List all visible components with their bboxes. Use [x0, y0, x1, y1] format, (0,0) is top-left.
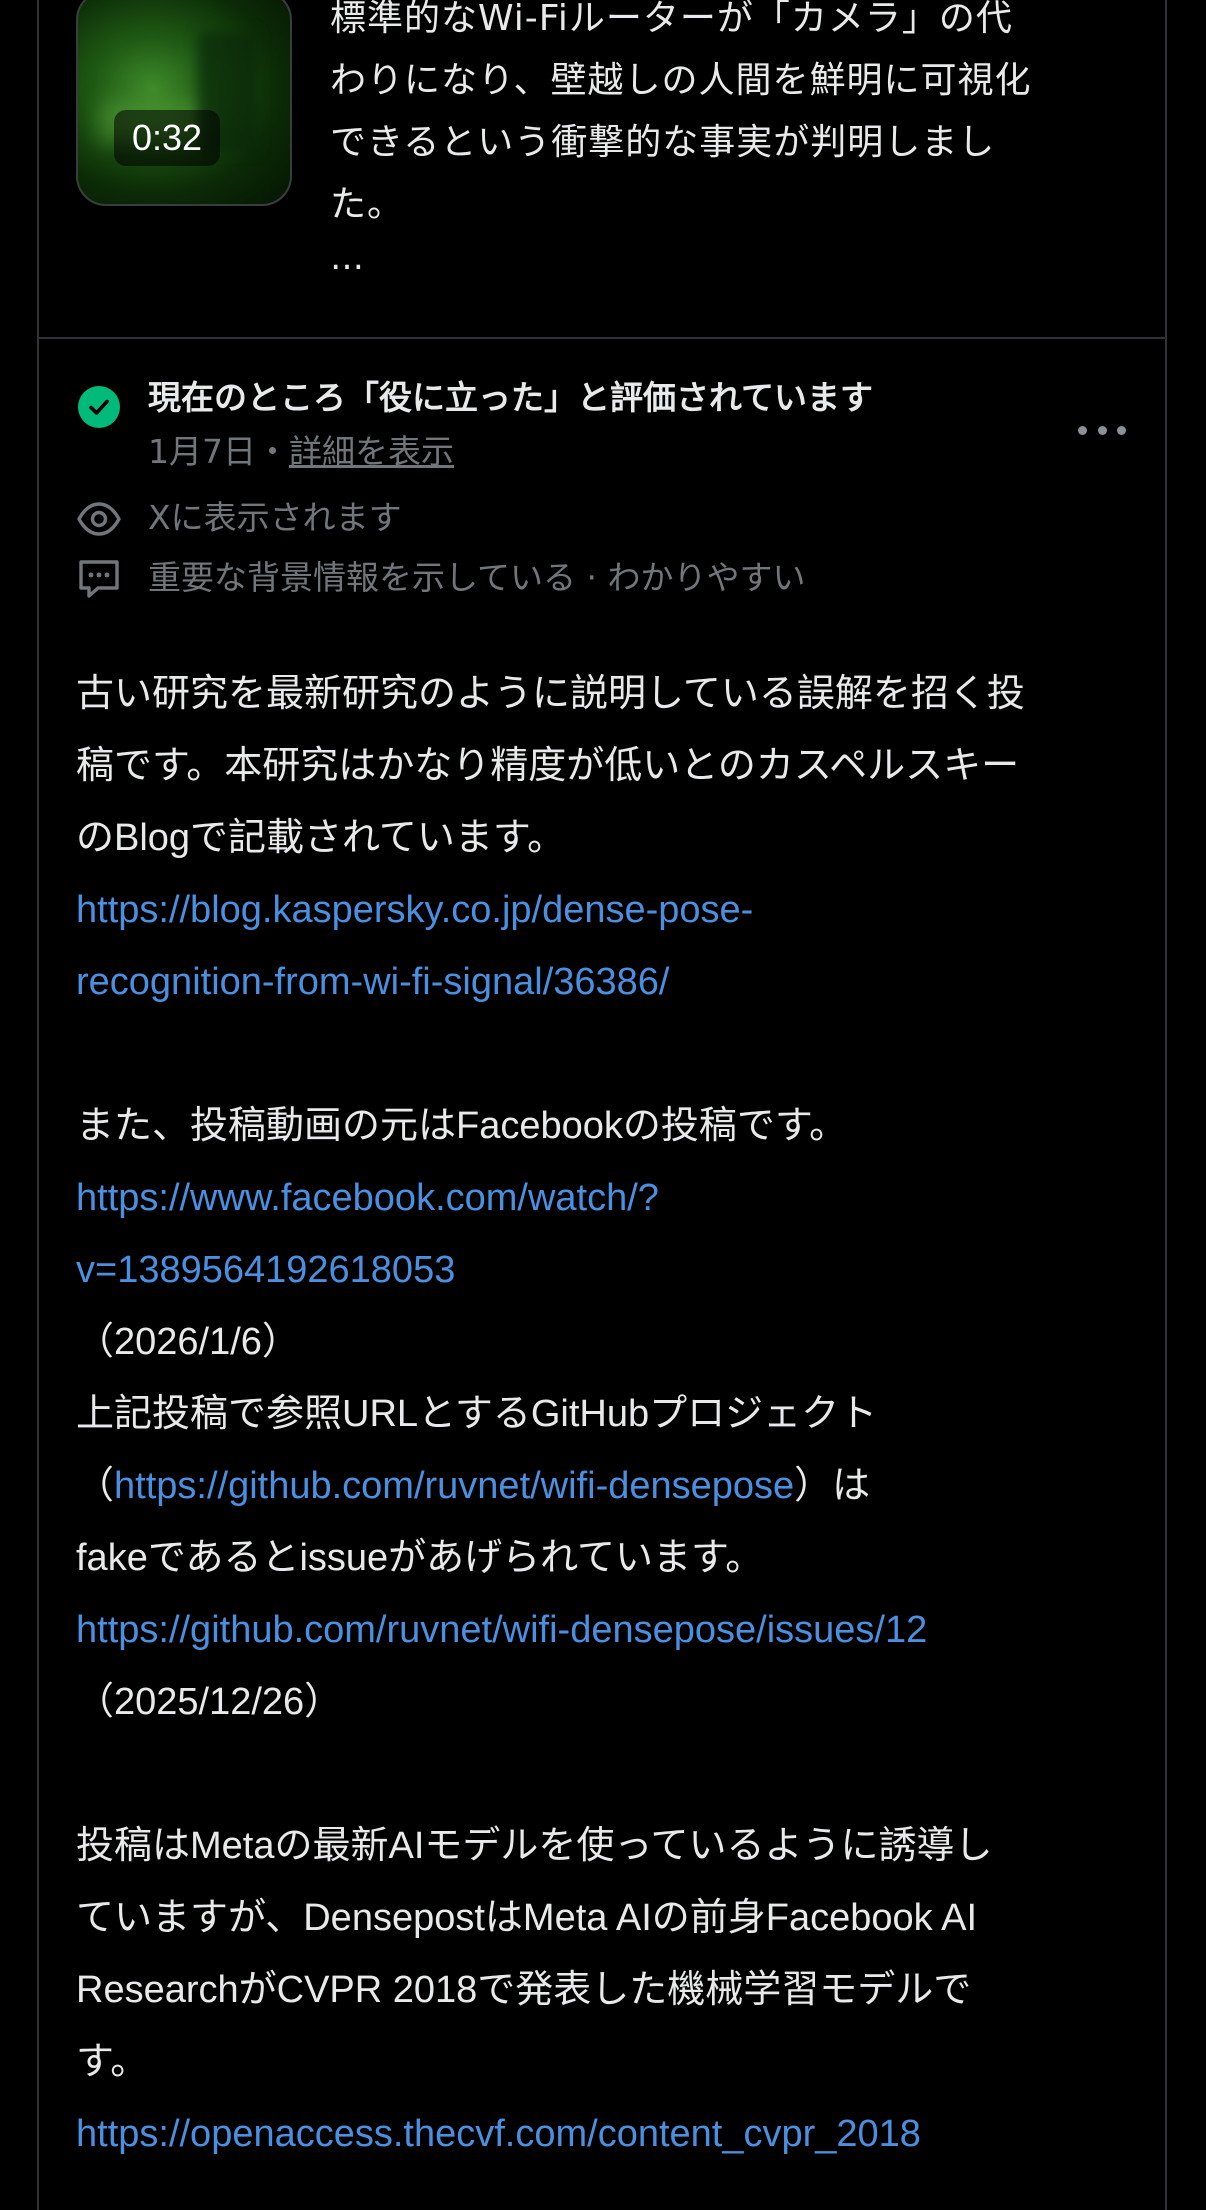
video-duration: 0:32 [114, 110, 221, 166]
visibility-status: Xに表示されます [148, 498, 402, 537]
note-meta: 1月7日・詳細を表示 [148, 430, 454, 474]
video-thumbnail[interactable] [76, 0, 292, 206]
note-tags: 重要な背景情報を示している · わかりやすい [148, 558, 806, 597]
body-line: また、投稿動画の元はFacebookの投稿です。 [76, 1105, 848, 1147]
show-details-link[interactable]: 詳細を表示 [289, 432, 454, 471]
body-line: のBlogで記載されています。 [76, 817, 566, 859]
github-issue-link[interactable]: https://github.com/ruvnet/wifi-densepose… [76, 1594, 1156, 1666]
body-line: （https://github.com/ruvnet/wifi-densepos… [76, 1450, 1156, 1522]
cvpr-link[interactable]: https://openaccess.thecvf.com/content_cv… [76, 2098, 1156, 2170]
body-line: す。 [76, 2041, 149, 2083]
eye-icon [77, 502, 121, 536]
post-text-line: た。 [330, 184, 405, 225]
comment-icon [79, 560, 119, 598]
body-line: 上記投稿で参照URLとするGitHubプロジェクト [76, 1393, 878, 1435]
body-line: 投稿はMetaの最新AIモデルを使っているように誘導し [76, 1825, 993, 1867]
dot [1078, 425, 1087, 435]
dot [1097, 425, 1107, 435]
paren-open: （ [76, 1465, 115, 1507]
kaspersky-link-cont[interactable]: recognition-from-wi-fi-signal/36386/ [76, 946, 1156, 1018]
note-status-title: 現在のところ「役に立った」と評価されています [148, 378, 874, 417]
post-text: 標準的なWi-Fiルーターが「カメラ」の代 わりになり、壁越しの人間を鮮明に可視… [330, 0, 1130, 236]
body-date: （2026/1/6） [76, 1321, 300, 1363]
post-more-ellipsis[interactable]: … [330, 238, 366, 278]
facebook-link[interactable]: https://www.facebook.com/watch/? [76, 1162, 1156, 1234]
body-line: ResearchがCVPR 2018で発表した機械学習モデルで [76, 1969, 972, 2011]
note-date: 1月7日 [148, 432, 256, 471]
body-line: 古い研究を最新研究のように説明している誤解を招く投 [76, 673, 1025, 715]
check-circle-icon [78, 386, 120, 428]
body-line: ていますが、DensepostはMeta AIの前身Facebook AI [76, 1897, 977, 1939]
body-line: fakeであるとissueがあげられています。 [76, 1537, 764, 1579]
paren-close: ）は [794, 1465, 871, 1507]
body-date: （2025/12/26） [76, 1681, 343, 1723]
meta-separator: ・ [256, 432, 289, 471]
kaspersky-link[interactable]: https://blog.kaspersky.co.jp/dense-pose- [76, 874, 1156, 946]
facebook-link-cont[interactable]: v=1389564192618053 [76, 1234, 1156, 1306]
post-text-line: 標準的なWi-Fiルーターが「カメラ」の代 [330, 0, 1013, 39]
post-text-line: できるという衝撃的な事実が判明しまし [330, 122, 996, 163]
post-text-line: わりになり、壁越しの人間を鮮明に可視化 [330, 60, 1032, 101]
body-line: 稿です。本研究はかなり精度が低いとのカスペルスキー [76, 745, 1020, 787]
more-dots-icon[interactable] [1078, 410, 1126, 450]
github-project-link[interactable]: https://github.com/ruvnet/wifi-densepose [114, 1465, 794, 1507]
note-body: 古い研究を最新研究のように説明している誤解を招く投 稿です。本研究はかなり精度が… [76, 658, 1156, 2170]
dot [1117, 425, 1126, 435]
